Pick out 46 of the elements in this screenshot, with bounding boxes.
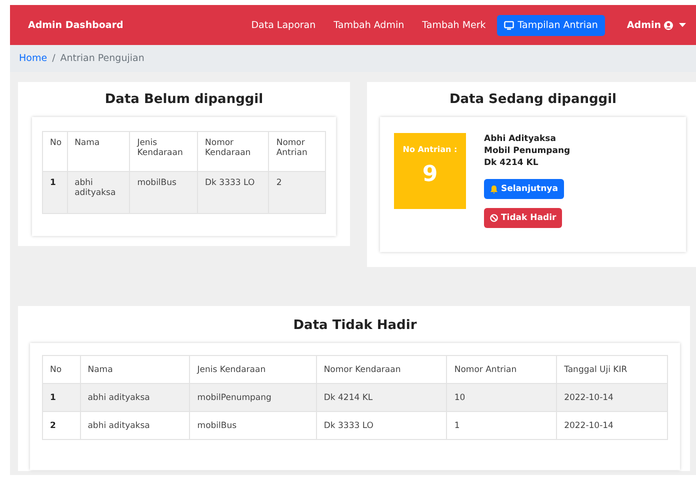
table-cell: abhi adityaksa xyxy=(80,412,190,440)
vehicle-type: Mobil Penumpang xyxy=(484,145,570,157)
ban-icon xyxy=(490,214,498,222)
table-cell: 2022-10-14 xyxy=(556,412,668,440)
card-title: Data Belum dipanggil xyxy=(104,92,264,107)
table-cell: 1 xyxy=(42,384,80,412)
user-icon xyxy=(664,20,673,30)
table-cell: abhi adityaksa xyxy=(67,172,130,214)
table-cell: 2 xyxy=(268,172,326,214)
breadcrumb-separator: / xyxy=(52,53,56,64)
user-menu[interactable]: Admin xyxy=(626,20,661,30)
table-cell: 10 xyxy=(446,384,557,412)
nav-link[interactable]: Tambah Admin xyxy=(326,14,412,36)
breadcrumb-current: Antrian Pengujian xyxy=(60,53,144,64)
column-header: No xyxy=(42,132,68,172)
table-cell: Dk 3333 LO xyxy=(316,412,447,440)
absent-button[interactable]: Tidak Hadir xyxy=(484,208,562,228)
breadcrumb-link[interactable]: Home xyxy=(19,53,48,64)
column-header: Nomor Antrian xyxy=(446,356,557,384)
table-cell: 1 xyxy=(42,172,68,214)
table-cell: mobilBus xyxy=(130,172,198,214)
plate-number: Dk 4214 KL xyxy=(484,157,540,169)
brand-title[interactable]: Admin Dashboard xyxy=(28,20,124,30)
nav-link[interactable]: Tambah Merk xyxy=(415,14,493,36)
table-cell: abhi adityaksa xyxy=(80,384,190,412)
bell-icon xyxy=(490,184,498,194)
table-cell: mobilBus xyxy=(190,412,316,440)
column-header: Nomor Kendaraan xyxy=(316,356,447,384)
column-header: Jenis Kendaraan xyxy=(190,356,316,384)
table-cell: mobilPenumpang xyxy=(190,384,316,412)
column-header: Tanggal Uji KIR xyxy=(556,356,668,384)
caret-icon[interactable] xyxy=(679,23,686,27)
queue-number: 9 xyxy=(422,162,438,187)
table-cell: 1 xyxy=(446,412,557,440)
table-cell: 2 xyxy=(42,412,80,440)
nav-link[interactable]: Data Laporan xyxy=(244,14,323,36)
table-cell: 2022-10-14 xyxy=(556,384,668,412)
column-header: No xyxy=(42,356,80,384)
table-cell: Dk 4214 KL xyxy=(316,384,447,412)
table-cell: Dk 3333 LO xyxy=(198,172,269,214)
card-title: Data Tidak Hadir xyxy=(292,318,418,333)
next-button[interactable]: Selanjutnya xyxy=(484,179,564,199)
card-title: Data Sedang dipanggil xyxy=(448,92,618,107)
customer-name: Abhi Adityaksa xyxy=(484,133,557,145)
nav-link[interactable]: Tampilan Antrian xyxy=(496,14,605,36)
queue-label: No Antrian : xyxy=(402,145,458,154)
